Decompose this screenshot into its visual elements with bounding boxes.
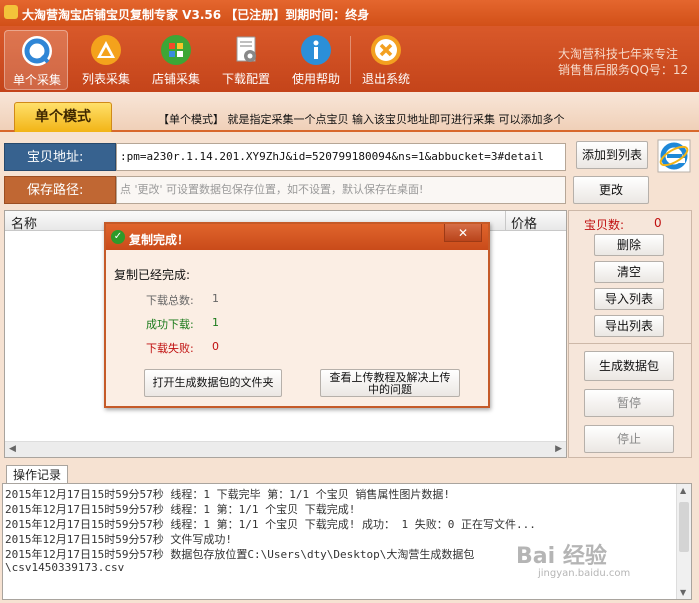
log-line: 2015年12月17日15时59分57秒 线程：1 下载完毕 第：1/1 个宝贝… [5, 488, 450, 501]
copy-complete-dialog: ✓ 复制完成！ ✕ 复制已经完成: 下载总数: 1 成功下载: 1 下载失败: … [104, 222, 490, 408]
list-triangle-icon [91, 35, 121, 65]
toolbar-divider [350, 36, 351, 84]
save-path-label: 保存路径: [4, 176, 116, 204]
baidu-watermark-url: jingyan.baidu.com [538, 568, 631, 579]
stat-fail-value: 0 [212, 340, 219, 353]
open-folder-button[interactable]: 打开生成数据包的文件夹 [144, 369, 282, 397]
stat-success-label: 成功下载: [146, 318, 194, 331]
config-gear-icon [236, 36, 256, 62]
store-grid-icon [161, 35, 191, 65]
exit-x-icon [371, 35, 401, 65]
stat-total-label: 下载总数: [146, 294, 194, 307]
mode-bar: 单个模式 【单个模式】 就是指定采集一个点宝贝 输入该宝贝地址即可进行采集 可以… [0, 92, 699, 132]
store-collect-button[interactable]: 店铺采集 [144, 30, 208, 90]
add-to-list-button[interactable]: 添加到列表 [576, 141, 648, 169]
mode-description: 【单个模式】 就是指定采集一个点宝贝 输入该宝贝地址即可进行采集 可以添加多个 [158, 113, 565, 126]
stop-button[interactable]: 停止 [584, 425, 674, 453]
column-divider [505, 211, 506, 231]
dialog-title: 复制完成！ [129, 233, 190, 247]
log-line: 2015年12月17日15时59分57秒 线程：1 第：1/1 个宝贝 下载完成… [5, 503, 356, 516]
app-logo-icon [4, 5, 18, 19]
pause-button[interactable]: 暂停 [584, 389, 674, 417]
baidu-watermark: Bai 经验 [516, 544, 607, 569]
save-path-field[interactable]: 点 '更改' 可设置数据包保存位置，如不设置，默认保存在桌面! [116, 176, 566, 204]
scroll-left-icon[interactable]: ◀ [9, 444, 16, 454]
stat-total-value: 1 [212, 292, 219, 305]
stat-fail-label: 下载失败: [146, 342, 194, 355]
dialog-close-button[interactable]: ✕ [444, 224, 482, 242]
side-panel-divider [569, 343, 691, 344]
help-button[interactable]: 使用帮助 [284, 30, 348, 90]
store-collect-label: 店铺采集 [151, 72, 200, 86]
main-toolbar: 单个采集 列表采集 店铺采集 下载配置 使用帮助 退出系统 大淘营科技七年来专注… [0, 26, 699, 92]
side-panel: 宝贝数: 0 删除 清空 导入列表 导出列表 生成数据包 暂停 停止 [568, 210, 692, 458]
single-collect-label: 单个采集 [12, 73, 61, 87]
log-vertical-scrollbar[interactable]: ▲ ▼ [676, 484, 691, 599]
item-count-value: 0 [654, 216, 662, 230]
change-path-button[interactable]: 更改 [573, 176, 649, 204]
url-label: 宝贝地址: [4, 143, 116, 171]
delete-button[interactable]: 删除 [594, 234, 664, 256]
log-line: \csv1450339173.csv [5, 561, 125, 574]
dialog-message: 复制已经完成: [114, 268, 191, 282]
q-search-icon [22, 36, 52, 66]
exit-button[interactable]: 退出系统 [354, 30, 418, 90]
download-config-button[interactable]: 下载配置 [214, 30, 278, 90]
log-line: 2015年12月17日15时59分57秒 文件写成功! [5, 533, 232, 546]
exit-label: 退出系统 [361, 72, 410, 86]
scroll-down-icon[interactable]: ▼ [680, 588, 686, 597]
column-price-header[interactable]: 价格 [511, 213, 537, 232]
list-collect-label: 列表采集 [81, 72, 130, 86]
info-icon [301, 35, 331, 65]
clear-button[interactable]: 清空 [594, 261, 664, 283]
import-list-button[interactable]: 导入列表 [594, 288, 664, 310]
company-info-line1: 大淘营科技七年来专注 [558, 47, 679, 61]
scroll-up-icon[interactable]: ▲ [680, 486, 686, 495]
company-info-line2: 销售售后服务QQ号：12 [558, 63, 689, 77]
upload-tutorial-button[interactable]: 查看上传教程及解决上传 中的问题 [320, 369, 460, 397]
item-count-label: 宝贝数: [584, 218, 625, 232]
log-line: 2015年12月17日15时59分57秒 数据包存放位置C:\Users\dty… [5, 548, 475, 561]
dialog-title-bar[interactable]: ✓ 复制完成！ ✕ [106, 224, 488, 250]
window-title: 大淘营淘宝店铺宝贝复制专家 V3.56 【已注册】到期时间：终身 [22, 8, 370, 22]
help-label: 使用帮助 [291, 72, 340, 86]
title-bar: 大淘营淘宝店铺宝贝复制专家 V3.56 【已注册】到期时间：终身 [0, 0, 699, 26]
tab-single-mode[interactable]: 单个模式 [14, 102, 112, 132]
column-name-header[interactable]: 名称 [11, 213, 37, 232]
stat-success-value: 1 [212, 316, 219, 329]
table-horizontal-scrollbar[interactable]: ◀ ▶ [5, 441, 566, 457]
download-config-label: 下载配置 [221, 72, 270, 86]
ie-browser-icon[interactable] [657, 139, 691, 173]
success-check-icon: ✓ [111, 230, 125, 244]
scroll-thumb[interactable] [679, 502, 689, 552]
upload-tutorial-line2: 中的问题 [368, 383, 412, 396]
log-line: 2015年12月17日15时59分57秒 线程：1 第：1/1 个宝贝 下载完成… [5, 518, 536, 531]
company-info: 大淘营科技七年来专注 销售售后服务QQ号：12 [558, 46, 688, 78]
scroll-right-icon[interactable]: ▶ [555, 444, 562, 454]
single-collect-button[interactable]: 单个采集 [4, 30, 68, 90]
generate-package-button[interactable]: 生成数据包 [584, 351, 674, 381]
tab-operation-log[interactable]: 操作记录 [6, 465, 68, 484]
export-list-button[interactable]: 导出列表 [594, 315, 664, 337]
list-collect-button[interactable]: 列表采集 [74, 30, 138, 90]
url-input[interactable]: :pm=a230r.1.14.201.XY9ZhJ&id=52079918009… [116, 143, 566, 171]
